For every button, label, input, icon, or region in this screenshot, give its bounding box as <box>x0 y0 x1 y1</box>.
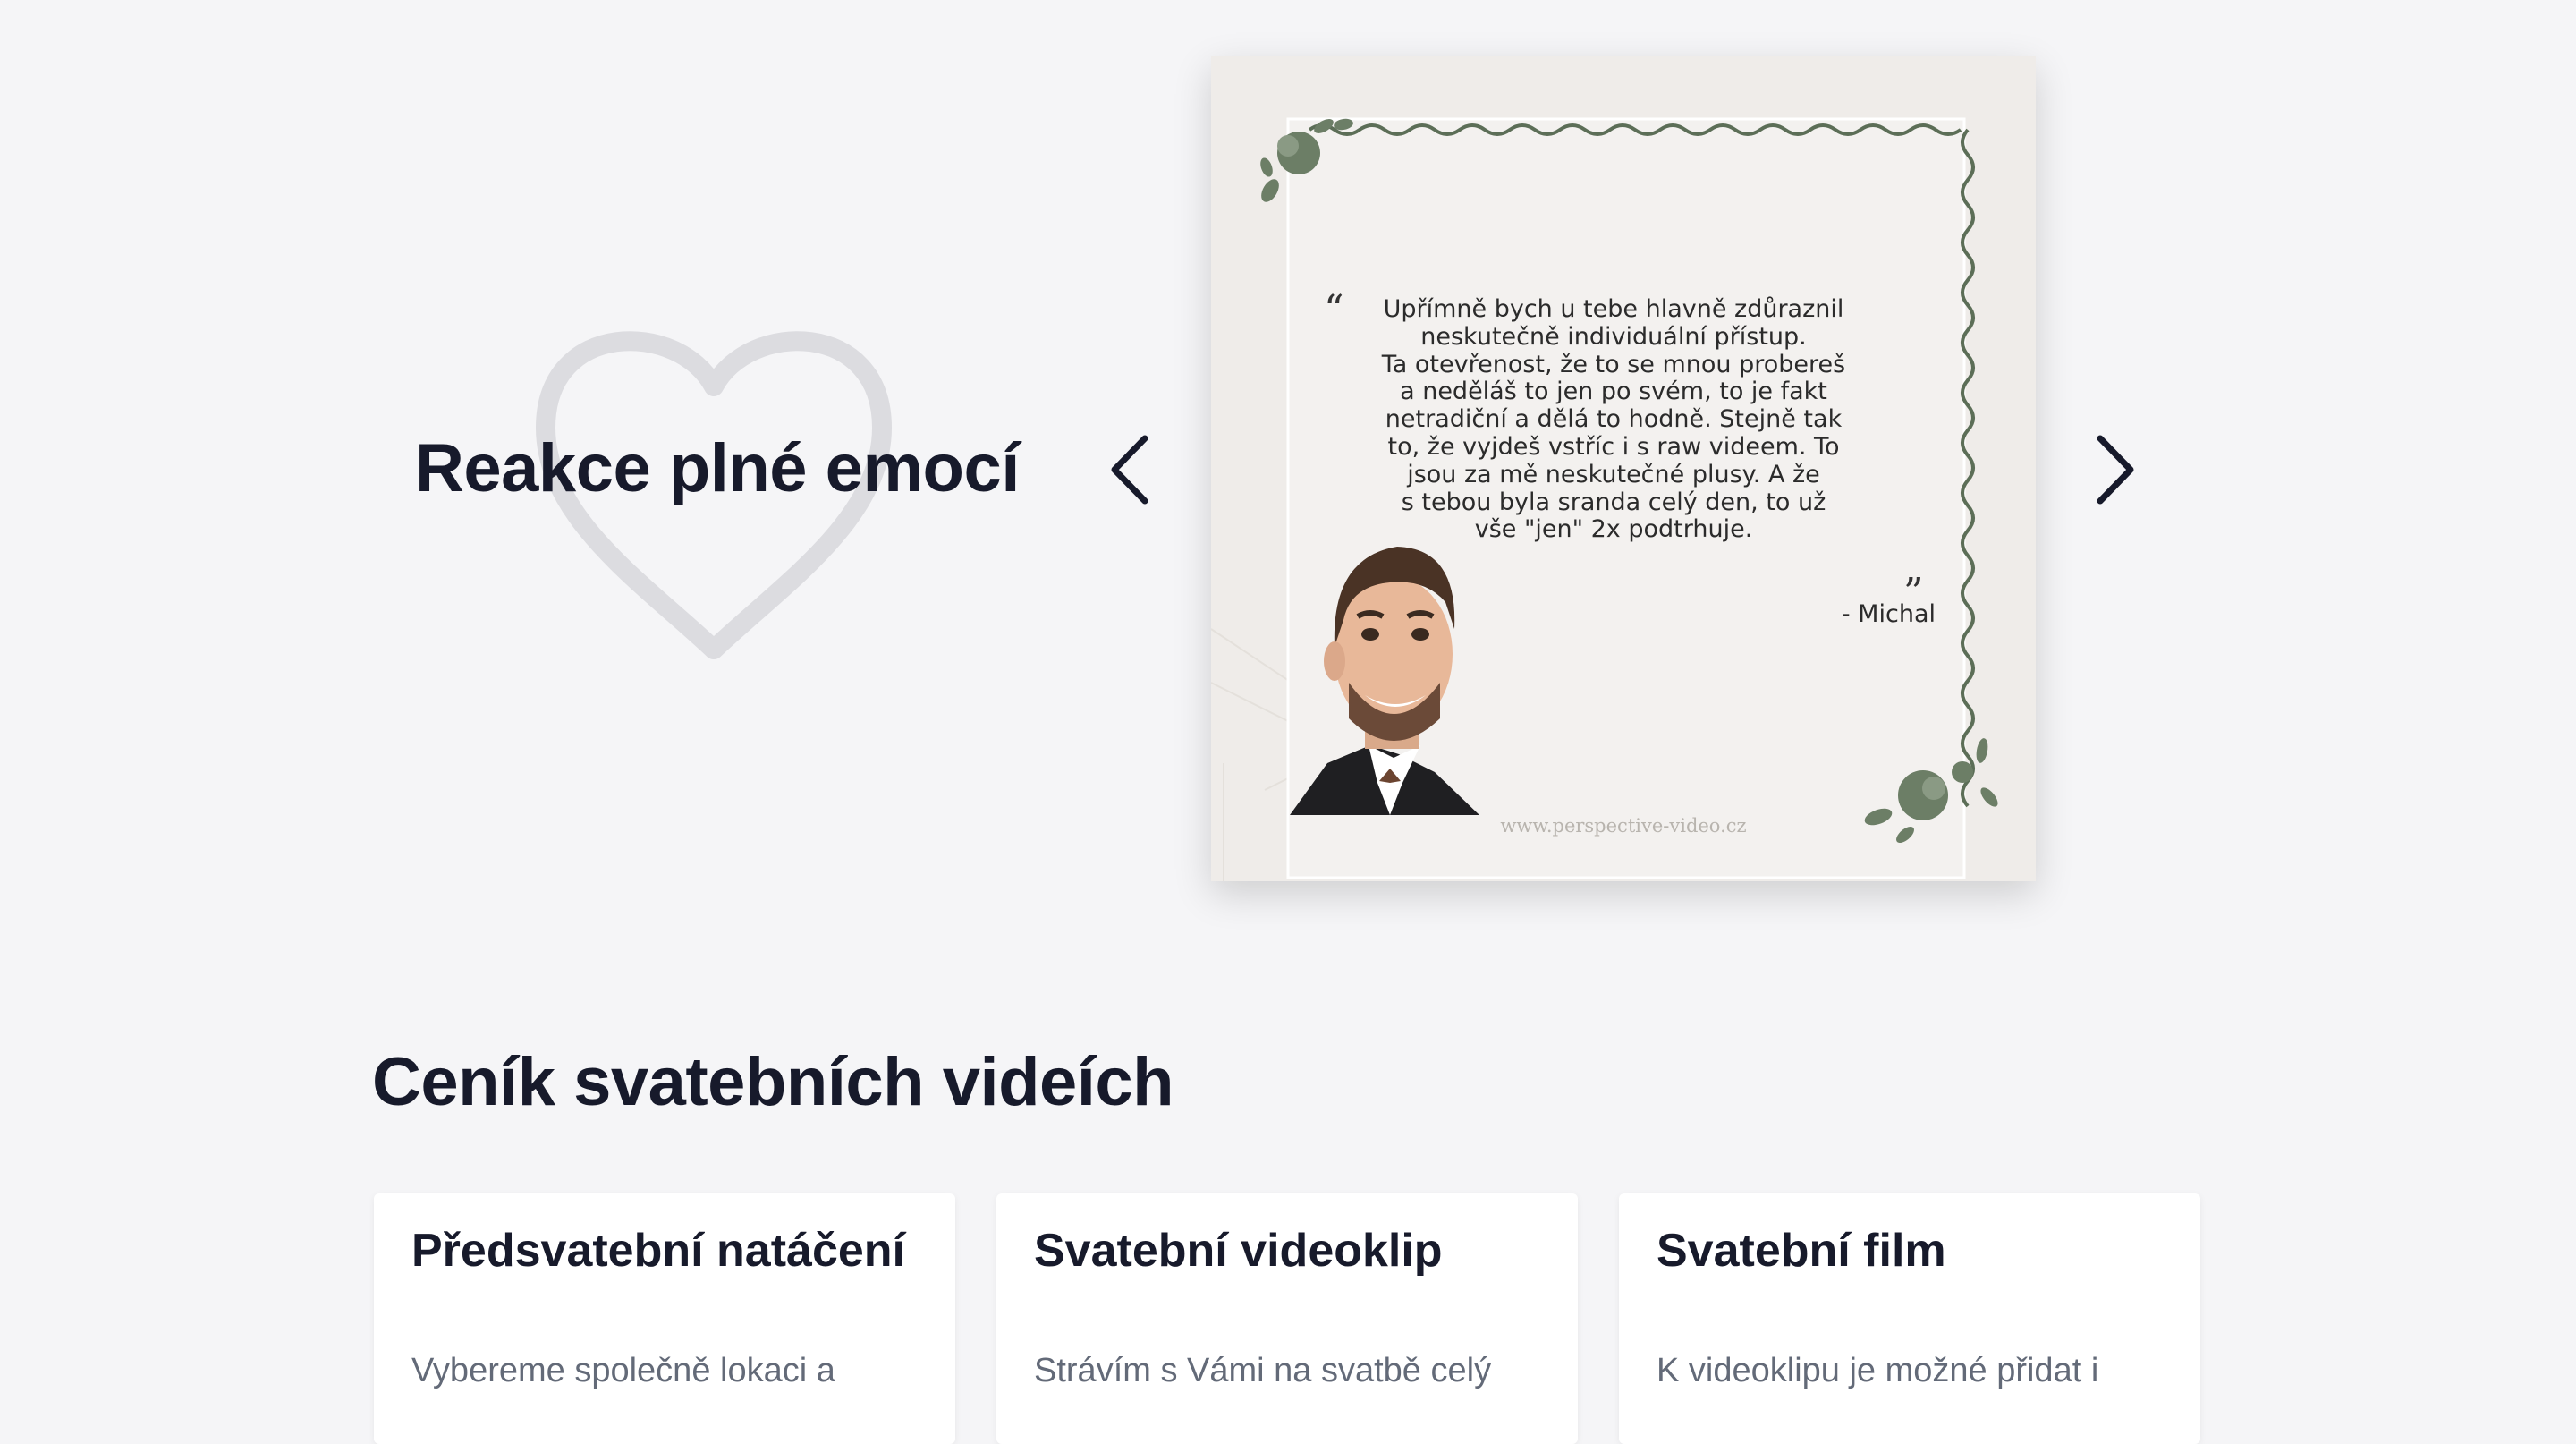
chevron-left-icon <box>1111 435 1148 505</box>
pricing-card-text: Strávím s Vámi na svatbě celý <box>1034 1352 1492 1389</box>
pricing-card-title: Svatební videoklip <box>1034 1225 1443 1277</box>
pricing-card-film[interactable]: Svatební film K videoklipu je možné přid… <box>1619 1193 2200 1444</box>
chevron-right-icon <box>2097 435 2134 505</box>
pricing-card-text: Vybereme společně lokaci a <box>411 1352 835 1389</box>
section-title-reviews: Reakce plné emocí <box>415 430 1020 506</box>
carousel-next-button[interactable] <box>2084 420 2147 519</box>
pricing-card-prewedding[interactable]: Předsvatební natáčení Vybereme společně … <box>374 1193 955 1444</box>
testimonial-quote: Upřímně bych u tebe hlavně zdůraznil nes… <box>1381 295 1846 544</box>
pricing-card-videoclip[interactable]: Svatební videoklip Strávím s Vámi na sva… <box>996 1193 1578 1444</box>
testimonial-author: - Michal <box>1841 600 1936 628</box>
testimonial-card: “ Upřímně bych u tebe hlavně zdůraznil n… <box>1211 56 2036 881</box>
watermark-url: www.perspective-video.cz <box>1500 815 1747 837</box>
pricing-card-title: Předsvatební natáčení <box>411 1225 905 1277</box>
quote-open-mark: “ <box>1324 287 1344 333</box>
pricing-card-title: Svatební film <box>1657 1225 1946 1277</box>
pricing-card-text: K videoklipu je možné přidat i <box>1657 1352 2099 1389</box>
section-title-pricing: Ceník svatebních videích <box>372 1044 1174 1120</box>
carousel-prev-button[interactable] <box>1098 420 1161 519</box>
